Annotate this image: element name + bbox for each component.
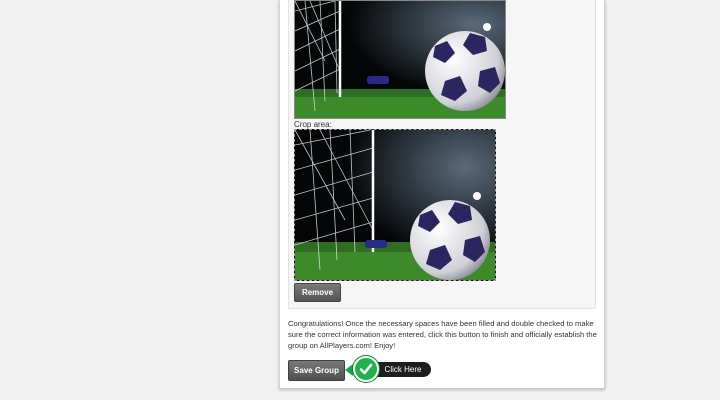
click-here-callout: Click Here bbox=[345, 356, 435, 384]
save-group-button[interactable]: Save Group bbox=[288, 360, 345, 381]
group-form-panel: Crop area: Remove Congratulations! Once … bbox=[279, 0, 605, 389]
callout-arrow bbox=[345, 364, 353, 376]
crop-area-label: Crop area: bbox=[294, 120, 332, 129]
crop-area-image[interactable] bbox=[294, 129, 496, 281]
congratulations-text: Congratulations! Once the necessary spac… bbox=[288, 319, 597, 350]
checkmark-icon bbox=[353, 356, 379, 382]
remove-button[interactable]: Remove bbox=[294, 283, 341, 302]
uploaded-image bbox=[294, 0, 506, 119]
image-upload-section: Crop area: Remove bbox=[288, 0, 596, 309]
